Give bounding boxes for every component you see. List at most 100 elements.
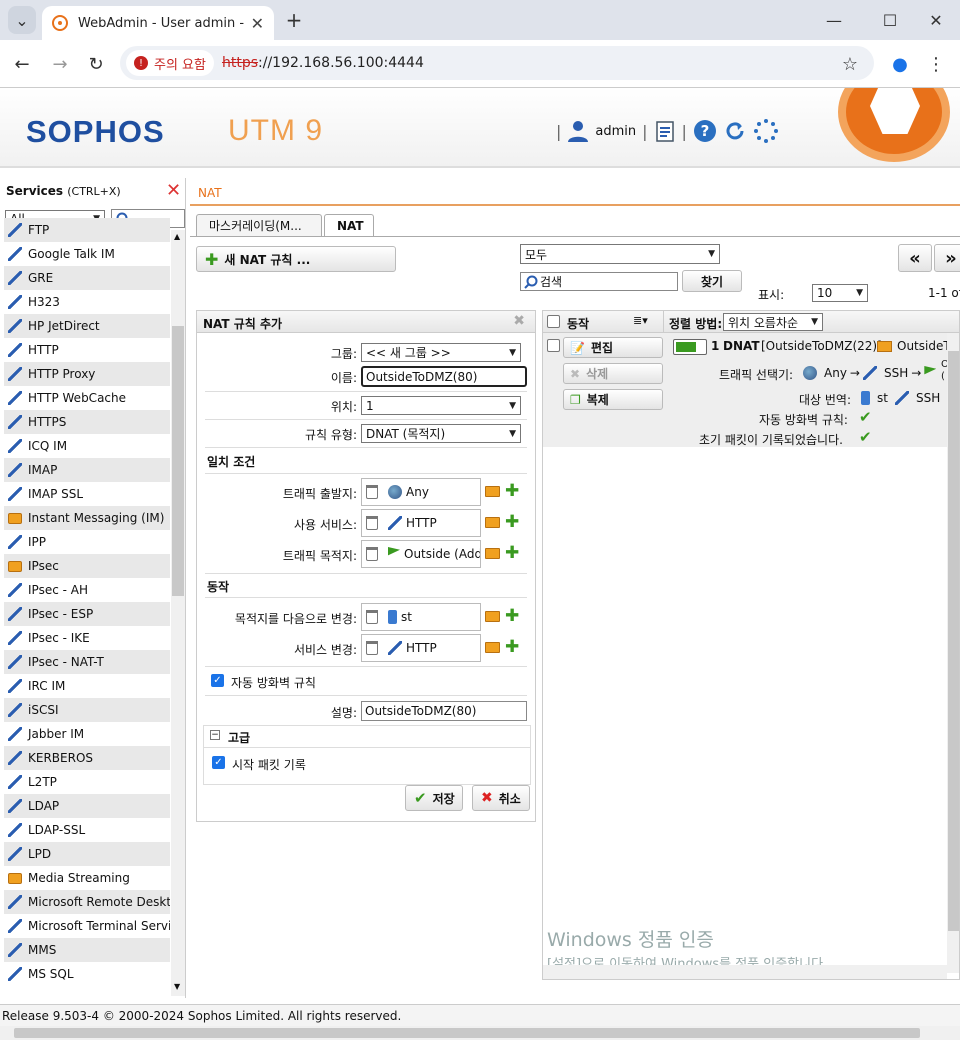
sidebar-service-item[interactable]: IPsec: [4, 554, 170, 578]
security-warning-chip[interactable]: ! 주의 요함: [126, 50, 214, 76]
sidebar-service-item[interactable]: LDAP-SSL: [4, 818, 170, 842]
tab-nat[interactable]: NAT: [324, 214, 374, 236]
sidebar-service-item[interactable]: HTTP: [4, 338, 170, 362]
group-select[interactable]: << 새 그룹 >> ▼: [361, 343, 521, 362]
bookmark-star-icon[interactable]: ☆: [836, 50, 864, 78]
change-dest-field[interactable]: st: [361, 603, 481, 631]
folder-icon[interactable]: [485, 486, 500, 497]
edit-button[interactable]: 📝 편집: [563, 337, 663, 358]
sidebar-service-item[interactable]: HTTPS: [4, 410, 170, 434]
trash-icon[interactable]: [366, 547, 378, 561]
list-horizontal-scrollbar[interactable]: [543, 965, 947, 979]
new-nat-rule-button[interactable]: ✚ 새 NAT 규칙 ...: [196, 246, 396, 272]
sidebar-service-item[interactable]: Google Talk IM: [4, 242, 170, 266]
add-plus-icon[interactable]: ✚: [505, 545, 519, 562]
log-initial-packet-checkbox[interactable]: ✓: [212, 756, 225, 769]
close-window-icon[interactable]: ✕: [922, 6, 950, 34]
traffic-dest-field[interactable]: Outside (Addr: [361, 540, 481, 568]
maximize-icon[interactable]: ☐: [876, 6, 904, 34]
sidebar-service-item[interactable]: IMAP SSL: [4, 482, 170, 506]
menu-kebab-icon[interactable]: ⋮: [922, 50, 950, 78]
position-select[interactable]: 1 ▼: [361, 396, 521, 415]
sidebar-service-item[interactable]: Instant Messaging (IM): [4, 506, 170, 530]
using-service-field[interactable]: HTTP: [361, 509, 481, 537]
sidebar-service-item[interactable]: IPsec - AH: [4, 578, 170, 602]
trash-icon[interactable]: [366, 485, 378, 499]
comment-input[interactable]: OutsideToDMZ(80): [361, 701, 527, 721]
tab-close-icon[interactable]: ✕: [251, 14, 264, 33]
tab-masquerading[interactable]: 마스커레이딩(M...: [196, 214, 322, 236]
sidebar-service-item[interactable]: IMAP: [4, 458, 170, 482]
sidebar-service-item[interactable]: LDAP: [4, 794, 170, 818]
sidebar-service-item[interactable]: KERBEROS: [4, 746, 170, 770]
name-input[interactable]: OutsideToDMZ(80): [361, 366, 527, 387]
sidebar-service-item[interactable]: LPD: [4, 842, 170, 866]
page-horizontal-scrollbar[interactable]: [0, 1026, 960, 1040]
auto-firewall-checkbox[interactable]: ✓: [211, 674, 224, 687]
first-page-button[interactable]: «: [898, 244, 932, 272]
browser-tab[interactable]: WebAdmin - User admin - De ✕: [42, 6, 274, 40]
sidebar-service-item[interactable]: ICQ IM: [4, 434, 170, 458]
sidebar-service-item[interactable]: Jabber IM: [4, 722, 170, 746]
sidebar-service-item[interactable]: MS SQL: [4, 962, 170, 984]
omnibox[interactable]: ! 주의 요함 https://192.168.56.100:4444: [120, 46, 874, 80]
sidebar-service-item[interactable]: Media Streaming: [4, 866, 170, 890]
sidebar-service-item[interactable]: FTP: [4, 218, 170, 242]
forward-arrow-icon[interactable]: →: [46, 50, 74, 78]
select-all-checkbox[interactable]: [547, 315, 560, 328]
panel-close-icon[interactable]: ✖: [513, 313, 525, 329]
sidebar-service-item[interactable]: HTTP WebCache: [4, 386, 170, 410]
tab-search-chevron-icon[interactable]: ⌄: [8, 6, 36, 34]
sidebar-service-item[interactable]: HTTP Proxy: [4, 362, 170, 386]
sidebar-close-icon[interactable]: ✕: [166, 180, 181, 201]
traffic-source-field[interactable]: Any: [361, 478, 481, 506]
rule-checkbox[interactable]: [547, 339, 560, 352]
prev-page-button[interactable]: »: [934, 244, 960, 272]
minimize-icon[interactable]: —: [820, 6, 848, 34]
sidebar-service-item[interactable]: Microsoft Remote Desktop: [4, 890, 170, 914]
sidebar-service-item[interactable]: iSCSI: [4, 698, 170, 722]
rule-type-select[interactable]: DNAT (목적지) ▼: [361, 424, 521, 443]
sidebar-service-item[interactable]: IPsec - NAT-T: [4, 650, 170, 674]
folder-icon[interactable]: [485, 548, 500, 559]
sort-select[interactable]: 위치 오름차순 ▼: [723, 313, 823, 331]
save-button[interactable]: ✔ 저장: [405, 785, 463, 811]
folder-icon[interactable]: [485, 642, 500, 653]
display-count-select[interactable]: 10 ▼: [812, 284, 868, 302]
sidebar-service-item[interactable]: Microsoft Terminal Services: [4, 914, 170, 938]
filter-select[interactable]: 모두 ▼: [520, 244, 720, 264]
search-input[interactable]: 검색: [520, 272, 678, 291]
sidebar-service-item[interactable]: HP JetDirect: [4, 314, 170, 338]
sidebar-service-item[interactable]: IPsec - ESP: [4, 602, 170, 626]
sidebar-scrollbar[interactable]: ▲ ▼: [171, 230, 185, 996]
url-text[interactable]: https://192.168.56.100:4444: [222, 55, 424, 71]
add-plus-icon[interactable]: ✚: [505, 483, 519, 500]
sidebar-service-item[interactable]: GRE: [4, 266, 170, 290]
sidebar-service-item[interactable]: IRC IM: [4, 674, 170, 698]
back-arrow-icon[interactable]: ←: [8, 50, 36, 78]
change-service-field[interactable]: HTTP: [361, 634, 481, 662]
sidebar-service-item[interactable]: MMS: [4, 938, 170, 962]
new-tab-icon[interactable]: +: [280, 6, 308, 34]
column-menu-icon[interactable]: ≣▾: [633, 314, 648, 327]
profile-icon[interactable]: ●: [886, 50, 914, 78]
find-button[interactable]: 찾기: [682, 270, 742, 292]
sidebar-service-item[interactable]: IPP: [4, 530, 170, 554]
help-icon[interactable]: ?: [693, 119, 717, 143]
advanced-heading[interactable]: 고급: [228, 729, 250, 746]
trash-icon[interactable]: [366, 516, 378, 530]
refresh-icon[interactable]: [723, 119, 747, 143]
add-plus-icon[interactable]: ✚: [505, 514, 519, 531]
add-plus-icon[interactable]: ✚: [505, 608, 519, 625]
list-vertical-scrollbar[interactable]: [947, 333, 959, 973]
folder-icon[interactable]: [485, 611, 500, 622]
folder-icon[interactable]: [485, 517, 500, 528]
user-name[interactable]: admin: [595, 124, 636, 139]
trash-icon[interactable]: [366, 610, 378, 624]
sidebar-service-item[interactable]: L2TP: [4, 770, 170, 794]
trash-icon[interactable]: [366, 641, 378, 655]
sidebar-service-item[interactable]: H323: [4, 290, 170, 314]
delete-button[interactable]: ✖ 삭제: [563, 363, 663, 384]
reload-icon[interactable]: ↻: [82, 50, 110, 78]
add-plus-icon[interactable]: ✚: [505, 639, 519, 656]
